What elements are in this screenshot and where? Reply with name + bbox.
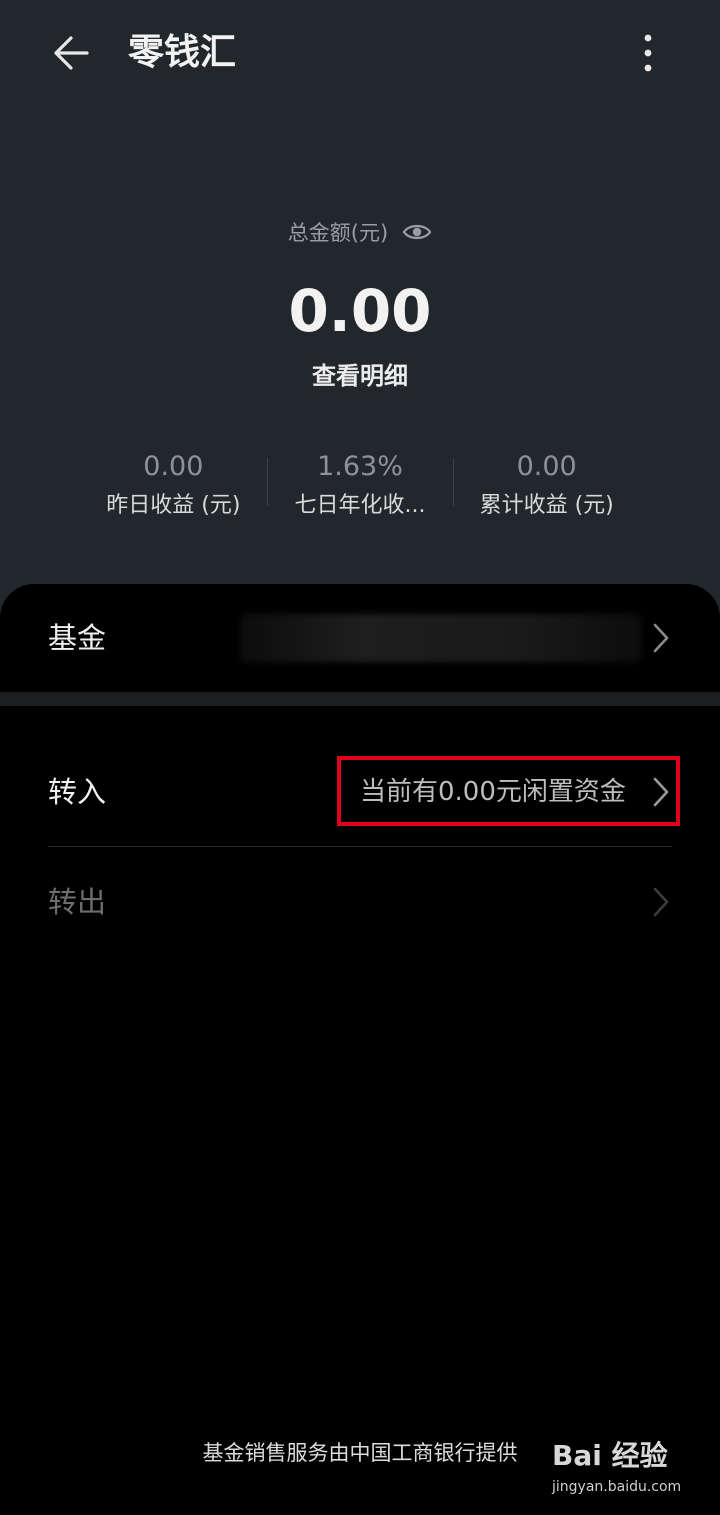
transfer-out-row[interactable]: 转出	[0, 848, 720, 958]
stat-label: 七日年化收...	[294, 493, 426, 518]
chevron-right-icon	[653, 623, 669, 653]
summary-panel: 零钱汇 总金额(元) 0.00 查看明细 0.00 昨日收益 (元) 1.63%…	[0, 0, 720, 620]
total-amount: 0.00	[288, 277, 432, 345]
eye-icon[interactable]	[402, 221, 432, 243]
stat-yesterday-earnings: 0.00 昨日收益 (元)	[80, 448, 267, 528]
stat-value: 0.00	[143, 451, 204, 482]
stat-seven-day-yield: 1.63% 七日年化收...	[266, 448, 454, 528]
row-separator	[48, 846, 672, 847]
more-vertical-icon	[644, 34, 652, 72]
view-details-link[interactable]: 查看明细	[0, 358, 720, 394]
arrow-left-icon	[54, 36, 89, 70]
fund-row[interactable]: 基金	[0, 584, 720, 692]
stat-label: 昨日收益 (元)	[106, 493, 241, 518]
idle-funds-text: 当前有0.00元闲置资金	[360, 777, 626, 807]
stat-value: 0.00	[516, 451, 577, 482]
chevron-right-icon	[653, 777, 669, 807]
chevron-right-icon	[653, 887, 669, 917]
fund-name-redacted	[240, 614, 642, 662]
watermark-logo: Bai 经验	[552, 1439, 668, 1472]
stat-label: 累计收益 (元)	[479, 493, 614, 518]
back-button[interactable]	[46, 30, 96, 76]
transfer-in-label: 转入	[48, 775, 107, 809]
stats-row: 0.00 昨日收益 (元) 1.63% 七日年化收... 0.00 累计收益 (…	[80, 448, 640, 528]
fund-label: 基金	[48, 621, 107, 655]
more-button[interactable]	[628, 30, 668, 76]
page-title: 零钱汇	[128, 32, 237, 73]
stat-value: 1.63%	[317, 451, 403, 482]
total-label-row: 总金额(元)	[0, 212, 720, 252]
watermark-url: jingyan.baidu.com	[552, 1479, 682, 1495]
section-divider	[0, 692, 720, 706]
app-bar: 零钱汇	[0, 0, 720, 110]
transfer-in-row[interactable]: 转入 当前有0.00元闲置资金	[0, 706, 720, 846]
watermark: Bai 经验 jingyan.baidu.com	[552, 1436, 712, 1502]
total-label: 总金额(元)	[287, 221, 389, 245]
stat-cumulative-earnings: 0.00 累计收益 (元)	[453, 448, 640, 528]
actions-sheet: 基金 转入 当前有0.00元闲置资金 转出	[0, 584, 720, 1515]
transfer-out-label: 转出	[48, 885, 107, 919]
